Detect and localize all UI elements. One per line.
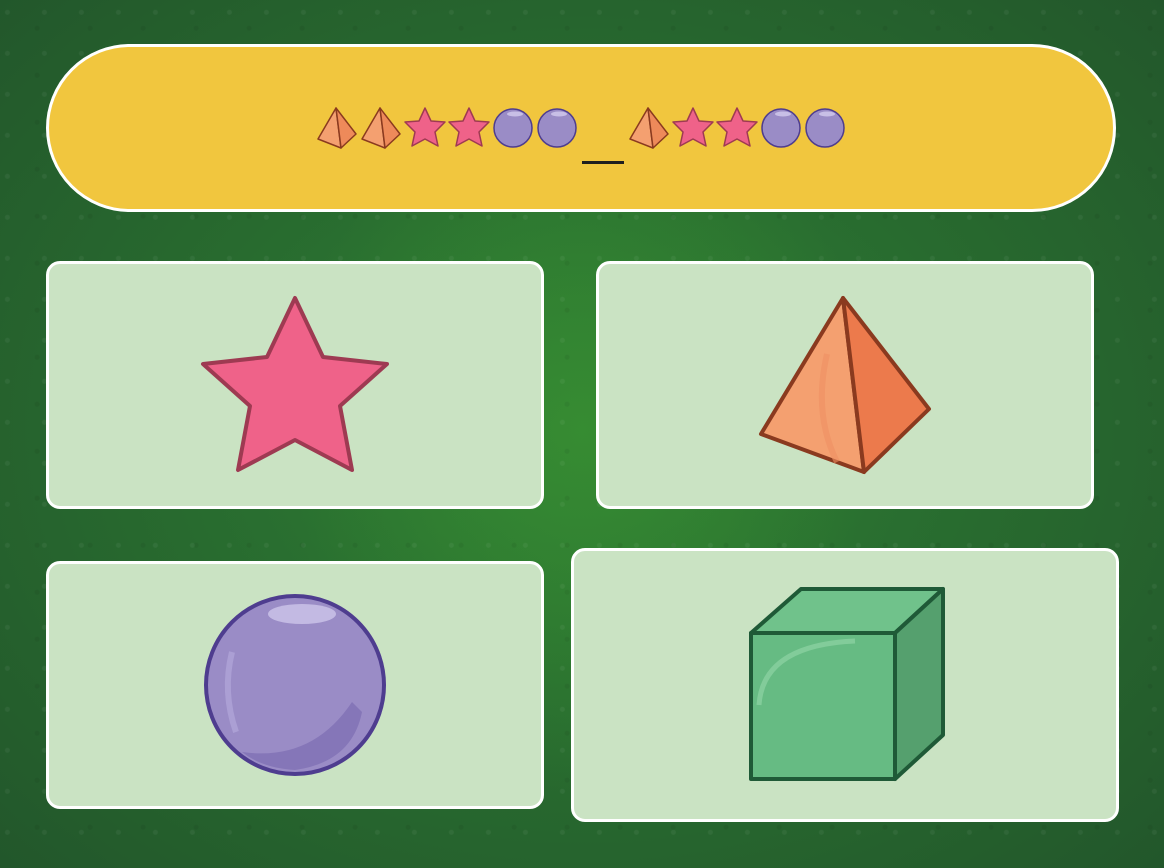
star-icon <box>672 107 714 147</box>
pyramid-icon <box>317 107 357 149</box>
sphere-icon <box>537 108 577 148</box>
sphere-icon <box>761 108 801 148</box>
sphere-icon <box>204 594 386 776</box>
shape-sequence <box>316 106 846 164</box>
answer-option-pyramid[interactable] <box>596 261 1094 509</box>
pyramid-icon <box>759 296 931 474</box>
star-icon <box>404 107 446 147</box>
pyramid-icon <box>361 107 401 149</box>
sphere-icon <box>493 108 533 148</box>
answer-option-cube[interactable] <box>571 548 1119 822</box>
star-icon <box>201 296 389 472</box>
sphere-icon <box>805 108 845 148</box>
cube-icon <box>749 587 945 781</box>
answer-option-sphere[interactable] <box>46 561 544 809</box>
pyramid-icon <box>629 107 669 149</box>
star-icon <box>716 107 758 147</box>
pattern-sequence-banner <box>46 44 1116 212</box>
star-icon <box>448 107 490 147</box>
missing-shape-blank <box>582 142 624 164</box>
answer-option-star[interactable] <box>46 261 544 509</box>
